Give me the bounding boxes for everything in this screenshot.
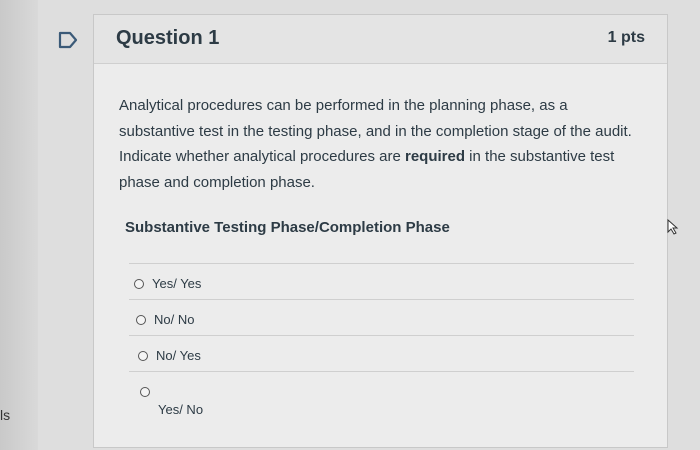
radio-button[interactable] xyxy=(134,278,144,289)
answer-label[interactable]: Yes/ No xyxy=(158,402,203,417)
radio-button[interactable] xyxy=(140,387,150,397)
radio-button[interactable] xyxy=(136,314,146,325)
answer-divider xyxy=(129,263,634,264)
sidebar-partial-label: ls xyxy=(0,407,11,423)
answer-divider xyxy=(129,371,634,372)
answer-divider xyxy=(129,335,634,336)
answer-label: Yes/ Yes xyxy=(152,276,202,291)
mouse-cursor-icon xyxy=(667,218,679,235)
flag-question-icon[interactable] xyxy=(56,28,80,52)
answer-divider xyxy=(129,299,634,300)
answer-option[interactable]: No/ Yes xyxy=(138,348,201,363)
answer-label: No/ No xyxy=(154,312,195,327)
answer-subheading: Substantive Testing Phase/Completion Pha… xyxy=(125,219,450,236)
course-nav-sidebar xyxy=(0,0,38,450)
question-title: Question 1 xyxy=(116,27,220,49)
answer-option[interactable]: Yes/ Yes xyxy=(134,276,201,291)
question-card: Question 1 1 pts Analytical procedures c… xyxy=(93,14,679,448)
question-header: Question 1 1 pts xyxy=(94,15,667,64)
radio-button[interactable] xyxy=(138,350,148,361)
answer-label: No/ Yes xyxy=(156,348,201,363)
question-text: Analytical procedures can be performed i… xyxy=(119,93,639,195)
question-text-bold: required xyxy=(405,148,466,165)
answer-option[interactable]: No/ No xyxy=(136,312,194,327)
question-points: 1 pts xyxy=(607,29,645,46)
